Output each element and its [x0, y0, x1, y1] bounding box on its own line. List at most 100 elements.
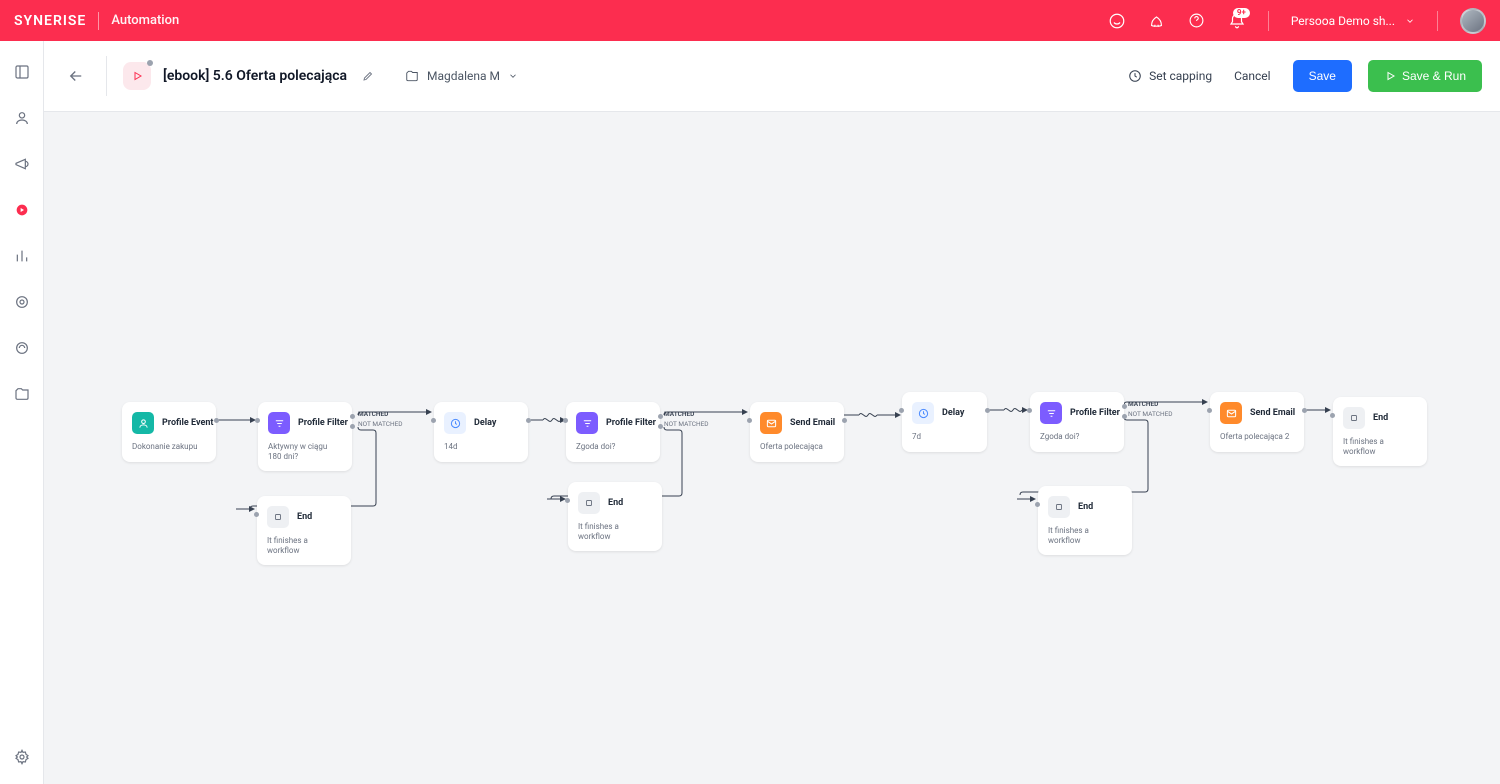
node-title: Delay	[942, 408, 964, 418]
workflow-canvas[interactable]: Profile Event Dokonanie zakupu Profile F…	[44, 112, 1500, 784]
set-capping-label: Set capping	[1149, 69, 1212, 83]
folder-selector[interactable]: Magdalena M	[405, 69, 518, 83]
stop-icon	[1048, 496, 1070, 518]
branch-labels-2: MATCHED NOT MATCHED	[664, 410, 709, 430]
node-title: End	[297, 512, 312, 522]
node-subtitle: Oferta polecająca 2	[1220, 432, 1292, 442]
port-in[interactable]	[431, 418, 436, 423]
port-not-matched[interactable]	[1122, 414, 1127, 419]
sidebar-announce-icon[interactable]	[13, 155, 31, 173]
node-end-2[interactable]: End It finishes a workflow	[568, 482, 662, 551]
node-subtitle: 7d	[912, 432, 975, 442]
save-run-button[interactable]: Save & Run	[1368, 60, 1482, 92]
avatar[interactable]	[1460, 8, 1486, 34]
support-icon[interactable]	[1108, 12, 1126, 30]
sidebar-assets-icon[interactable]	[13, 385, 31, 403]
play-icon	[1384, 70, 1396, 82]
node-delay-1[interactable]: Delay 14d	[434, 402, 528, 462]
filter-icon	[1040, 402, 1062, 424]
sidebar-settings-icon[interactable]	[13, 748, 31, 766]
branch-labels-3: MATCHED NOT MATCHED	[1128, 400, 1173, 420]
sidebar-analytics-icon[interactable]	[13, 247, 31, 265]
port-out[interactable]	[214, 418, 219, 423]
clock-icon	[912, 402, 934, 424]
node-title: Delay	[474, 418, 496, 428]
node-subtitle: Oferta polecająca	[760, 442, 832, 452]
port-out[interactable]	[526, 418, 531, 423]
node-title: Profile Filter	[298, 418, 348, 428]
node-subtitle: Aktywny w ciągu 180 dni?	[268, 442, 340, 461]
edit-title-button[interactable]	[357, 65, 379, 87]
node-end-4[interactable]: End It finishes a workflow	[1333, 397, 1427, 466]
stop-icon	[267, 506, 289, 528]
port-in[interactable]	[1330, 413, 1335, 418]
port-in[interactable]	[1207, 408, 1212, 413]
node-delay-2[interactable]: Delay 7d	[902, 392, 987, 452]
port-in[interactable]	[254, 512, 259, 517]
logo: synerise	[14, 13, 86, 29]
port-out[interactable]	[1302, 408, 1307, 413]
notifications-icon[interactable]: 9+	[1228, 12, 1246, 30]
clock-icon	[444, 412, 466, 434]
profile-event-icon	[132, 412, 154, 434]
filter-icon	[268, 412, 290, 434]
port-out[interactable]	[985, 408, 990, 413]
save-button[interactable]: Save	[1293, 60, 1352, 92]
notification-badge: 9+	[1233, 8, 1250, 18]
branch-labels-1: MATCHED NOT MATCHED	[358, 410, 403, 430]
sidebar-target-icon[interactable]	[13, 293, 31, 311]
sidebar-ai-icon[interactable]	[13, 339, 31, 357]
arrow-left-icon	[67, 67, 85, 85]
port-matched[interactable]	[658, 414, 663, 419]
page-header: [ebook] 5.6 Oferta polecająca Magdalena …	[44, 41, 1500, 112]
node-subtitle: Dokonanie zakupu	[132, 442, 204, 452]
node-països-filter-2[interactable]: Profile Filter Zgoda doi?	[566, 402, 660, 462]
sidebar	[0, 41, 44, 784]
save-label: Save	[1309, 69, 1336, 83]
port-not-matched[interactable]	[350, 424, 355, 429]
sidebar-automation-icon[interactable]	[13, 201, 31, 219]
port-in[interactable]	[1035, 502, 1040, 507]
node-title: Profile Filter	[1070, 408, 1120, 418]
port-not-matched[interactable]	[658, 424, 663, 429]
node-send-email-2[interactable]: Send Email Oferta polecająca 2	[1210, 392, 1304, 452]
node-end-1[interactable]: End It finishes a workflow	[257, 496, 351, 565]
node-profile-event[interactable]: Profile Event Dokonanie zakupu	[122, 402, 216, 462]
save-run-label: Save & Run	[1402, 69, 1466, 83]
node-subtitle: It finishes a workflow	[267, 536, 339, 555]
help-icon[interactable]	[1188, 12, 1206, 30]
node-profile-filter-3[interactable]: Profile Filter Zgoda doi?	[1030, 392, 1124, 452]
port-matched[interactable]	[350, 414, 355, 419]
page-title: [ebook] 5.6 Oferta polecająca	[163, 68, 347, 84]
chevron-down-icon	[1405, 16, 1415, 26]
module-name: Automation	[111, 13, 179, 28]
rocket-icon[interactable]	[1148, 12, 1166, 30]
port-in[interactable]	[563, 418, 568, 423]
back-button[interactable]	[62, 62, 90, 90]
port-in[interactable]	[255, 418, 260, 423]
port-in[interactable]	[747, 418, 752, 423]
port-matched[interactable]	[1122, 404, 1127, 409]
email-icon	[760, 412, 782, 434]
node-subtitle: It finishes a workflow	[578, 522, 650, 541]
chevron-down-icon	[508, 71, 518, 81]
cancel-button[interactable]: Cancel	[1228, 61, 1277, 91]
node-subtitle: It finishes a workflow	[1343, 437, 1415, 456]
sidebar-layout-icon[interactable]	[13, 63, 31, 81]
port-in[interactable]	[899, 408, 904, 413]
node-title: End	[1373, 413, 1388, 423]
node-end-3[interactable]: End It finishes a workflow	[1038, 486, 1132, 555]
port-in[interactable]	[1027, 408, 1032, 413]
sidebar-profile-icon[interactable]	[13, 109, 31, 127]
folder-icon	[405, 69, 419, 83]
stop-icon	[578, 492, 600, 514]
node-profile-filter-1[interactable]: Profile Filter Aktywny w ciągu 180 dni?	[258, 402, 352, 471]
node-title: Profile Event	[162, 418, 213, 428]
node-subtitle: 14d	[444, 442, 516, 452]
port-in[interactable]	[565, 498, 570, 503]
set-capping-button[interactable]: Set capping	[1128, 69, 1212, 83]
topbar: synerise Automation 9+ Persooa Demo sh..…	[0, 0, 1500, 41]
node-send-email-1[interactable]: Send Email Oferta polecająca	[750, 402, 844, 462]
port-out[interactable]	[842, 418, 847, 423]
account-menu[interactable]: Persooa Demo sh...	[1291, 14, 1415, 28]
